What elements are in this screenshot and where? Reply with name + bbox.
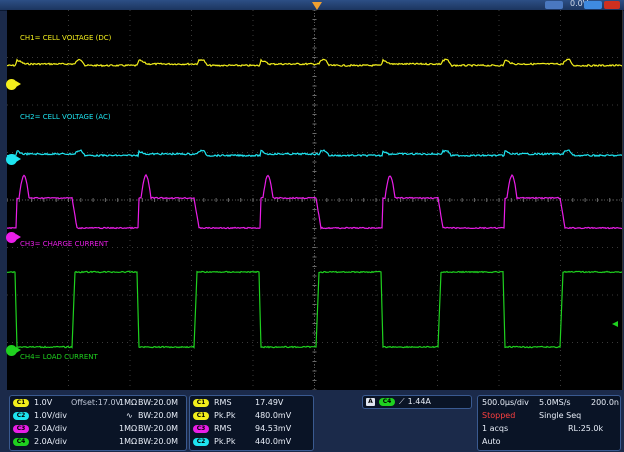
measurement-value: 94.53mV <box>255 424 292 433</box>
trigger-source-badge: C4 <box>379 397 395 406</box>
acquisition-count: 1 acqs <box>482 424 509 433</box>
channel-impedance: 1MΩ <box>119 398 138 407</box>
vertical-settings-panel[interactable]: C1 1.0V Offset:17.0V 1MΩ BW:20.0M C2 1.0V/div ∿… <box>9 395 187 451</box>
channel-scale: 2.0A/div <box>34 437 67 446</box>
measurement-source-badge: C1 <box>193 411 209 420</box>
channel-bandwidth: BW:20.0M <box>138 424 179 433</box>
channel-scale: 1.0V <box>34 398 53 407</box>
horizontal-delay: 200.0n <box>591 398 619 407</box>
trigger-panel[interactable]: A C4 ⟋ 1.44A <box>362 395 472 409</box>
ch4-ground-marker[interactable]: 4 <box>6 345 21 356</box>
acquisition-mode: Single Seq <box>539 411 582 420</box>
acquisition-panel[interactable]: 500.0µs/div 5.0MS/s 200.0n Stopped Singl… <box>477 395 621 451</box>
measurement-row-1[interactable]: C1 RMS 17.49V <box>193 398 283 410</box>
vertical-row-3[interactable]: C3 2.0A/div 1MΩ BW:20.0M <box>13 424 178 436</box>
channel-badge: C3 <box>13 424 29 433</box>
ch1-label: CH1= CELL VOLTAGE (DC) <box>20 34 112 42</box>
measurement-source-badge: C3 <box>193 424 209 433</box>
channel-impedance: 1MΩ <box>119 424 138 433</box>
measurement-row-3[interactable]: C3 RMS 94.53mV <box>193 424 291 436</box>
waveforms <box>7 58 622 349</box>
channel-badge: C2 <box>13 411 29 420</box>
measurement-type: Pk.Pk <box>214 411 236 420</box>
channel-badge: C1 <box>13 398 29 407</box>
measurement-value: 17.49V <box>255 398 284 407</box>
channel-scale: 1.0V/div <box>34 411 67 420</box>
status-bar: C1 1.0V Offset:17.0V 1MΩ BW:20.0M C2 1.0V/div ∿… <box>0 392 624 452</box>
toolbar-button-blue[interactable] <box>584 1 602 9</box>
sample-rate: 5.0MS/s <box>539 398 571 407</box>
ch4-label: CH4= LOAD CURRENT <box>20 353 98 361</box>
run-state: Stopped <box>482 411 516 420</box>
trigger-position-marker[interactable] <box>312 2 322 10</box>
ch2-trace[interactable] <box>7 149 622 158</box>
vertical-row-2[interactable]: C2 1.0V/div ∿ BW:20.0M <box>13 411 178 423</box>
ch1-ground-marker[interactable]: 1 <box>6 79 21 90</box>
vertical-row-4[interactable]: C4 2.0A/div 1MΩ BW:20.0M <box>13 437 178 449</box>
channel-scale: 2.0A/div <box>34 424 67 433</box>
timebase: 500.0µs/div <box>482 398 529 407</box>
measurement-source-badge: C1 <box>193 398 209 407</box>
measurement-source-badge: C2 <box>193 437 209 446</box>
vertical-row-1[interactable]: C1 1.0V Offset:17.0V 1MΩ BW:20.0M <box>13 398 178 410</box>
ch2-ground-marker[interactable]: 2 <box>6 154 21 165</box>
trigger-level: 1.44A <box>407 397 431 406</box>
measurement-type: Pk.Pk <box>214 437 236 446</box>
channel-bandwidth: BW:20.0M <box>138 437 179 446</box>
channel-offset: Offset:17.0V <box>71 398 122 407</box>
measurement-row-2[interactable]: C1 Pk.Pk 480.0mV <box>193 411 291 423</box>
toolbar-button-left[interactable] <box>545 1 563 9</box>
trigger-mode: Auto <box>482 437 501 446</box>
ch4-trigger-level-arrow[interactable] <box>612 321 618 327</box>
ch3-trace[interactable] <box>7 173 622 230</box>
ch3-label: CH3= CHARGE CURRENT <box>20 240 109 248</box>
ch2-label: CH2= CELL VOLTAGE (AC) <box>20 113 111 121</box>
ch3-ground-marker[interactable]: 3 <box>6 232 21 243</box>
measurement-value: 440.0mV <box>255 437 292 446</box>
measurement-type: RMS <box>214 398 232 407</box>
measurements-panel[interactable]: C1 RMS 17.49V C1 Pk.Pk 480.0mV C3 RMS 94.53mV C2 P… <box>189 395 314 451</box>
measurement-value: 480.0mV <box>255 411 292 420</box>
trigger-slope-icon: ⟋ <box>399 397 405 406</box>
trigger-a-badge: A <box>366 397 375 406</box>
channel-badge: C4 <box>13 437 29 446</box>
channel-impedance: ∿ <box>126 411 133 420</box>
channel-bandwidth: BW:20.0M <box>138 398 179 407</box>
record-length: RL:25.0k <box>568 424 604 433</box>
channel-impedance: 1MΩ <box>119 437 138 446</box>
channel-bandwidth: BW:20.0M <box>138 411 179 420</box>
ch4-trace[interactable] <box>7 270 622 349</box>
measurement-type: RMS <box>214 424 232 433</box>
measurement-row-4[interactable]: C2 Pk.Pk 440.0mV <box>193 437 291 449</box>
toolbar-button-red[interactable] <box>604 1 620 9</box>
ch1-trace[interactable] <box>7 58 622 68</box>
waveform-display[interactable]: CH1= CELL VOLTAGE (DC) CH2= CELL VOLTAGE… <box>6 10 623 390</box>
